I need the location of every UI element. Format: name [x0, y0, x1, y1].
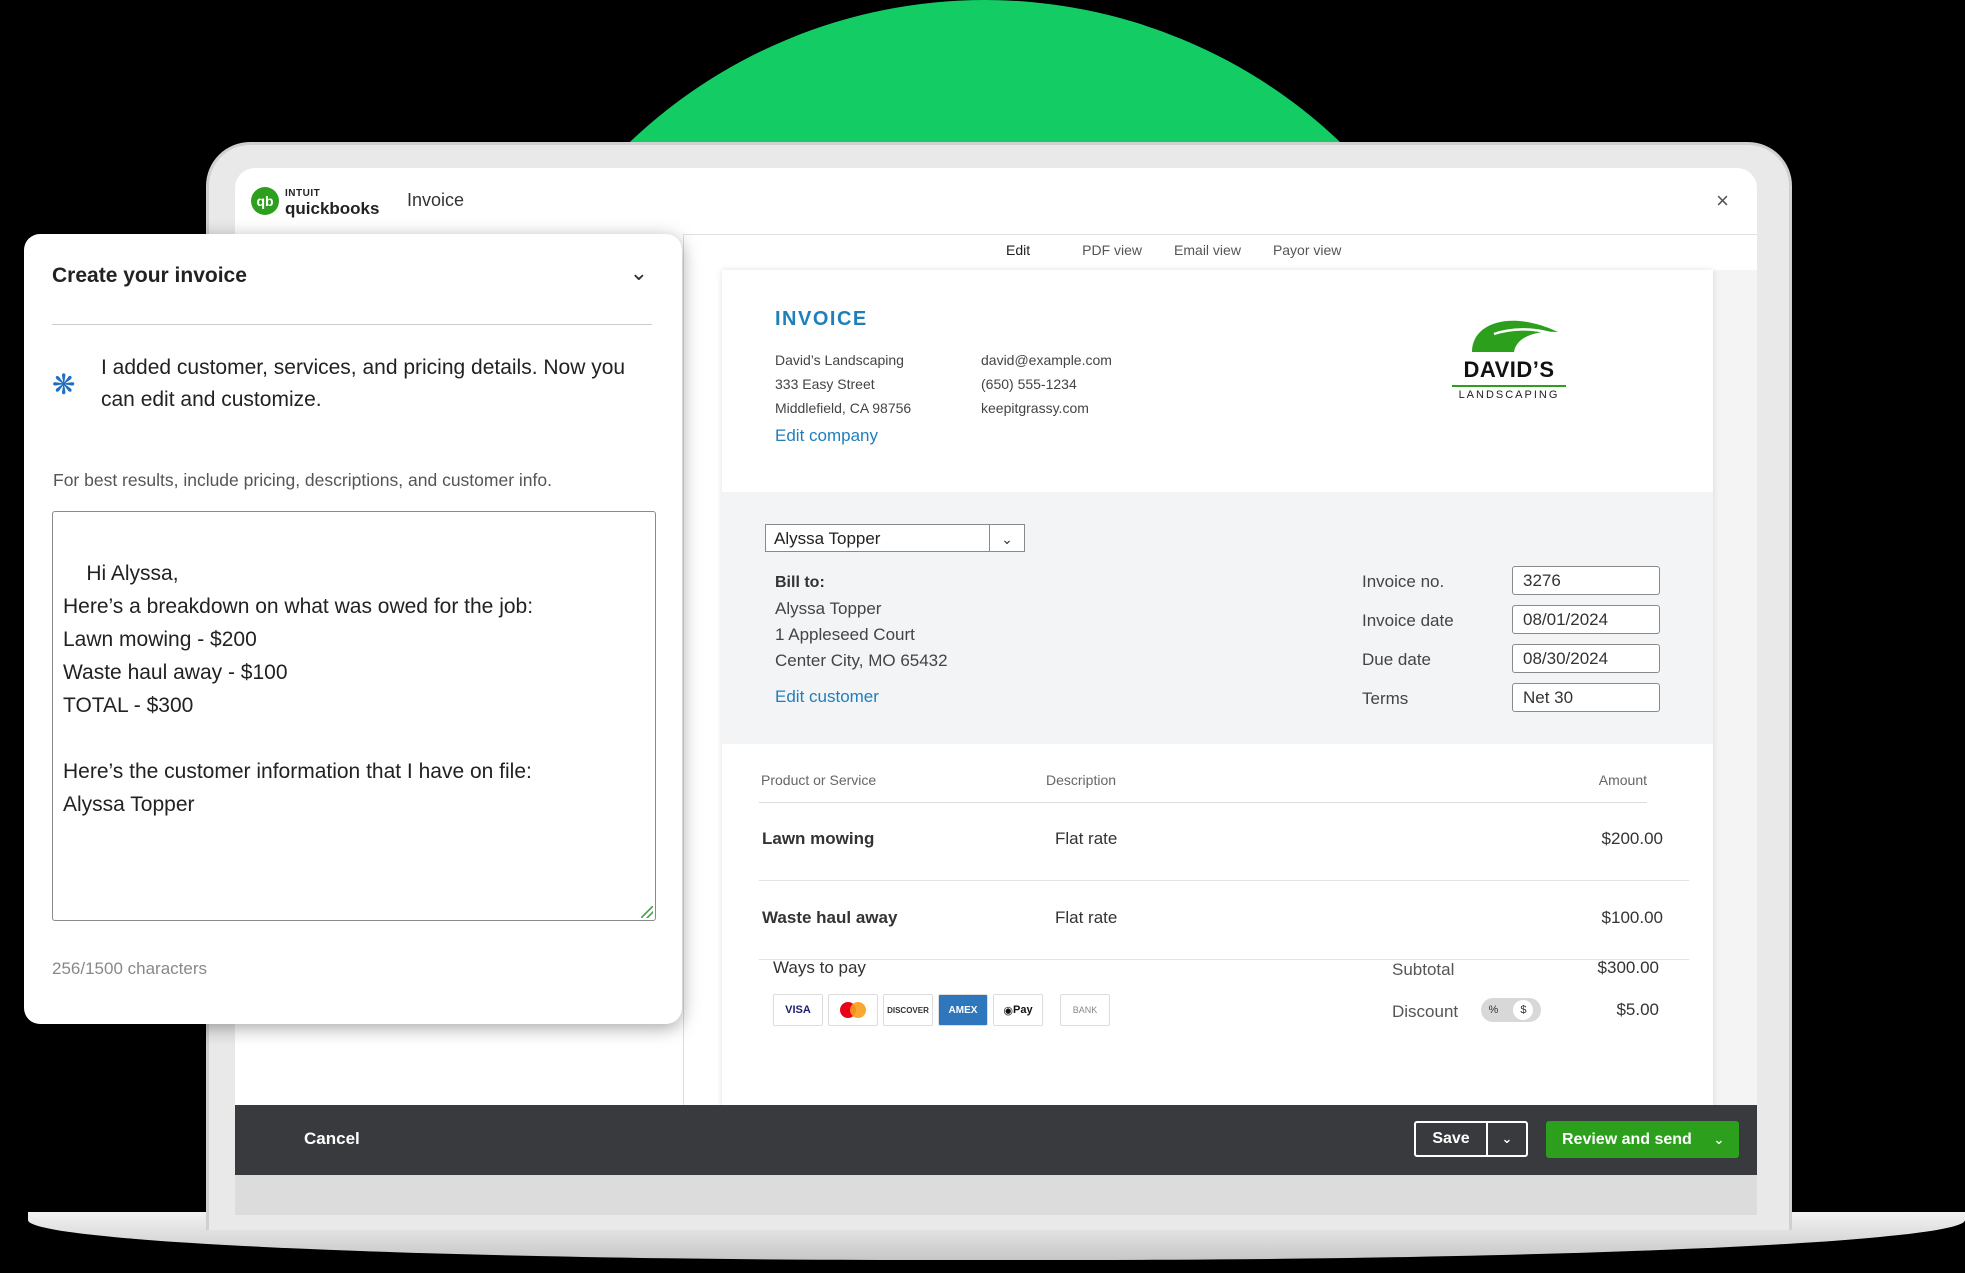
screen-bottom-bezel — [235, 1175, 1757, 1215]
apple-pay-icon[interactable]: ◉ Pay — [993, 994, 1043, 1026]
divider — [52, 324, 652, 325]
percent-option[interactable]: % — [1489, 1004, 1499, 1016]
contact-website: keepitgrassy.com — [981, 400, 1089, 416]
terms-label: Terms — [1362, 689, 1409, 708]
brand-big: quickbooks — [285, 199, 380, 218]
invoice-header: INVOICE David’s Landscaping 333 Easy Str… — [722, 270, 1713, 492]
bill-section: Alyssa Topper ⌄ Bill to: Alyssa Topper 1… — [722, 492, 1713, 744]
create-invoice-panel: Create your invoice ⌄ ❋ I added customer… — [24, 234, 682, 1024]
table-row[interactable]: Waste haul away Flat rate $100.00 — [759, 881, 1689, 960]
col-amount: Amount — [1598, 772, 1647, 788]
subtotal-label: Subtotal — [1392, 960, 1455, 979]
tab-edit[interactable]: Edit — [970, 234, 1067, 273]
sparkle-icon: ❋ — [52, 369, 76, 400]
invoice-document: INVOICE David’s Landscaping 333 Easy Str… — [722, 270, 1713, 1110]
invoice-date-field[interactable]: 08/01/2024 — [1512, 605, 1660, 634]
qb-logo-icon: qb — [251, 187, 279, 215]
mastercard-icon[interactable] — [828, 994, 878, 1026]
terms-field[interactable]: Net 30 — [1512, 683, 1660, 712]
invoice-date-label: Invoice date — [1362, 611, 1454, 630]
discover-icon[interactable]: DISCOVER — [883, 994, 933, 1026]
resize-handle[interactable] — [641, 906, 653, 918]
discount-type-toggle[interactable]: % $ — [1481, 998, 1541, 1022]
invoice-no-field[interactable]: 3276 — [1512, 566, 1660, 595]
close-icon[interactable]: × — [1716, 188, 1729, 214]
item-amount: $100.00 — [1601, 908, 1663, 927]
subtotal-value: $300.00 — [1597, 958, 1659, 977]
bill-to-line: Center City, MO 65432 — [775, 651, 948, 670]
cancel-button[interactable]: Cancel — [304, 1129, 360, 1149]
view-tabs: Edit PDF view Email view Payor view — [970, 234, 1357, 273]
item-description: Flat rate — [1055, 829, 1118, 848]
edit-company-link[interactable]: Edit company — [775, 424, 911, 448]
tab-payor-view[interactable]: Payor view — [1257, 234, 1357, 270]
page-title: Invoice — [407, 190, 465, 210]
item-product: Waste haul away — [762, 908, 898, 927]
company-contact: david@example.com (650) 555-1234 keepitg… — [981, 348, 1112, 420]
bill-to-line: 1 Appleseed Court — [775, 625, 915, 644]
character-count: 256/1500 characters — [52, 959, 207, 978]
visa-icon[interactable]: VISA — [773, 994, 823, 1026]
due-date-label: Due date — [1362, 650, 1431, 669]
leaf-logo-icon — [1472, 320, 1558, 352]
invoice-no-label: Invoice no. — [1362, 572, 1445, 591]
ways-to-pay-label: Ways to pay — [773, 958, 866, 977]
prompt-text: Hi Alyssa, Here’s a breakdown on what wa… — [63, 562, 534, 816]
contact-phone: (650) 555-1234 — [981, 376, 1077, 392]
brand-name: DAVID’S — [1463, 357, 1555, 382]
bill-to-label: Bill to: — [775, 574, 825, 591]
due-date-field[interactable]: 08/30/2024 — [1512, 644, 1660, 673]
chevron-down-icon[interactable]: ⌄ — [1488, 1123, 1526, 1155]
discount-value: $5.00 — [1616, 1000, 1659, 1019]
brand-subtitle: LANDSCAPING — [1452, 385, 1566, 401]
customer-select-value: Alyssa Topper — [774, 529, 881, 548]
right-gutter — [1713, 270, 1757, 1110]
company-line: David’s Landscaping — [775, 352, 904, 368]
bill-to-line: Alyssa Topper — [775, 599, 882, 618]
apple-icon: ◉ — [1003, 1004, 1014, 1017]
edit-customer-link[interactable]: Edit customer — [775, 684, 948, 710]
invoice-heading: INVOICE — [775, 308, 868, 330]
review-label[interactable]: Review and send — [1546, 1131, 1699, 1149]
panel-title: Create your invoice — [52, 264, 247, 287]
save-button[interactable]: Save ⌄ — [1414, 1121, 1528, 1157]
amex-icon[interactable]: AMEX — [938, 994, 988, 1026]
col-description: Description — [1046, 772, 1117, 788]
company-address: David’s Landscaping 333 Easy Street Midd… — [775, 348, 911, 448]
tab-email-view[interactable]: Email view — [1158, 234, 1257, 270]
bank-icon[interactable]: BANK — [1060, 994, 1110, 1026]
chevron-down-icon[interactable]: ⌄ — [1699, 1132, 1739, 1148]
footer-bar: Cancel Save ⌄ Review and send ⌄ — [235, 1105, 1757, 1175]
customer-select[interactable]: Alyssa Topper ⌄ — [765, 524, 1025, 552]
review-and-send-button[interactable]: Review and send ⌄ — [1546, 1121, 1739, 1158]
tab-pdf-view[interactable]: PDF view — [1066, 234, 1158, 270]
chevron-down-icon[interactable]: ⌄ — [630, 260, 648, 286]
payment-methods: VISA DISCOVER AMEX ◉ Pay BANK — [773, 994, 1110, 1026]
prompt-textarea[interactable]: Hi Alyssa, Here’s a breakdown on what wa… — [52, 511, 656, 921]
col-product: Product or Service — [761, 772, 877, 788]
apple-pay-label: Pay — [1013, 1004, 1033, 1016]
dollar-option[interactable]: $ — [1513, 1000, 1534, 1020]
company-line: 333 Easy Street — [775, 376, 875, 392]
ai-message: I added customer, services, and pricing … — [101, 356, 626, 411]
item-product: Lawn mowing — [762, 829, 875, 848]
quickbooks-logo: qb INTUIT quickbooks — [251, 186, 380, 218]
top-bar: qb INTUIT quickbooks Invoice × — [235, 168, 1757, 235]
item-description: Flat rate — [1055, 908, 1118, 927]
bill-to-block: Bill to: Alyssa Topper 1 Appleseed Court… — [775, 570, 948, 710]
table-row[interactable]: Lawn mowing Flat rate $200.00 — [759, 802, 1689, 881]
items-table-header: Product or Service Description Amount — [759, 762, 1647, 803]
company-logo: DAVID’S LANDSCAPING — [1444, 308, 1574, 401]
save-label[interactable]: Save — [1416, 1123, 1488, 1155]
item-amount: $200.00 — [1601, 829, 1663, 848]
chevron-down-icon[interactable]: ⌄ — [989, 525, 1024, 551]
company-line: Middlefield, CA 98756 — [775, 400, 912, 416]
contact-email: david@example.com — [981, 352, 1112, 368]
discount-label: Discount — [1392, 1002, 1459, 1021]
prompt-hint: For best results, include pricing, descr… — [53, 470, 552, 490]
